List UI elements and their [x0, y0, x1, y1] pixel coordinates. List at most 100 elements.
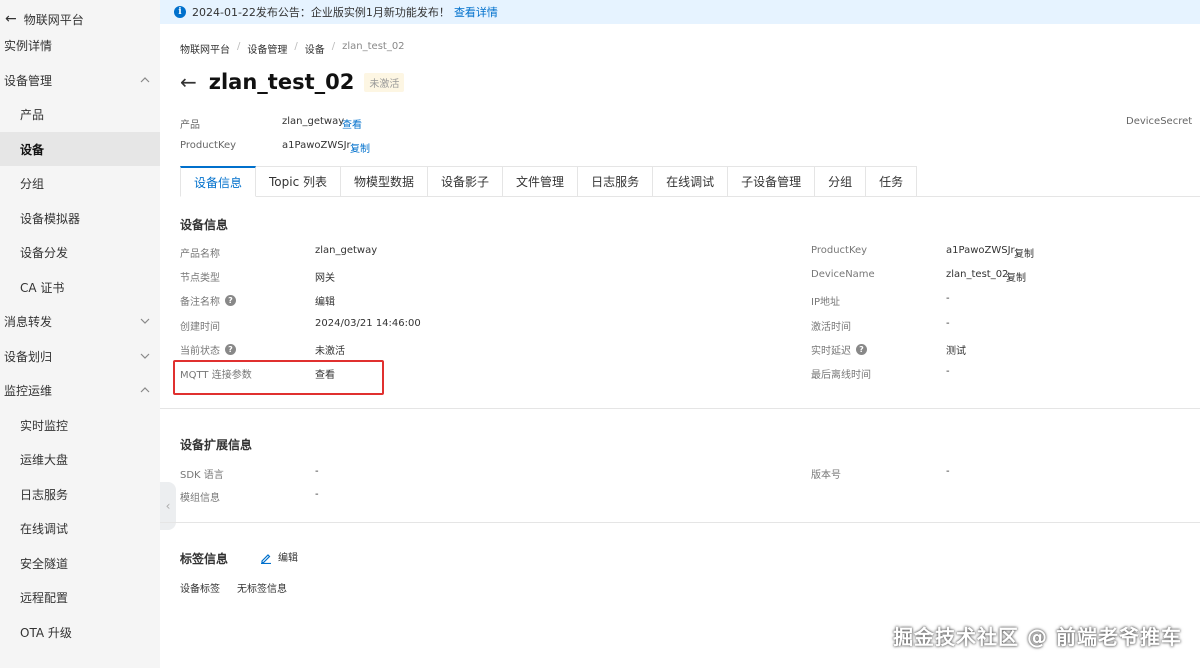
copy-button[interactable]: 复制: [1014, 245, 1034, 260]
tab[interactable]: 在线调试: [653, 166, 729, 197]
field-label: 实时延迟?: [811, 342, 867, 357]
sidebar-item[interactable]: 分组: [0, 166, 160, 200]
productkey-label: ProductKey: [180, 140, 237, 151]
tab[interactable]: Topic 列表: [256, 166, 342, 197]
field-label-text: ProductKey: [811, 245, 868, 256]
sidebar-item-label: 分组: [20, 176, 45, 191]
device-info-title: 设备信息: [180, 218, 229, 232]
sidebar-item-label: CA 证书: [20, 280, 65, 295]
section-divider: [160, 408, 1200, 409]
sidebar-item[interactable]: 监控运维: [0, 373, 160, 407]
tab[interactable]: 物模型数据: [341, 166, 429, 197]
sidebar-item-label: 设备管理: [4, 73, 53, 88]
sidebar-item[interactable]: 设备管理: [0, 63, 160, 97]
breadcrumb-item[interactable]: 设备: [305, 41, 325, 56]
tag-info-title: 标签信息: [180, 552, 229, 566]
tag-edit-label: 编辑: [278, 553, 298, 564]
sidebar-item-label: 远程配置: [20, 590, 69, 605]
tab-bar: 设备信息 Topic 列表 物模型数据 设备影子 文件管理 日志服务 在线调试 子设备管理 分组…: [180, 166, 1200, 197]
help-icon[interactable]: ?: [225, 295, 236, 306]
field-link[interactable]: 测试: [946, 342, 966, 357]
sidebar-item-label: 在线调试: [20, 521, 69, 536]
field-value: 2024/03/21 14:46:00: [315, 318, 421, 329]
sidebar-item[interactable]: 消息转发: [0, 304, 160, 338]
sidebar-item[interactable]: OTA 升级: [0, 615, 160, 649]
sidebar-item-label: 运维大盘: [20, 452, 69, 467]
field-label: 节点类型: [180, 269, 220, 284]
platform-title: 物联网平台: [23, 12, 84, 27]
tab[interactable]: 分组: [815, 166, 867, 197]
field-value: 未激活: [315, 346, 345, 357]
field-label-text: 产品名称: [180, 249, 220, 260]
field-value: zlan_test_02: [946, 269, 1009, 280]
field-label-text: 激活时间: [811, 322, 851, 333]
sidebar-item-label: 日志服务: [20, 487, 69, 502]
copy-button[interactable]: 复制: [1006, 269, 1026, 284]
sidebar-item[interactable]: 安全隧道: [0, 546, 160, 580]
chevron-down-icon: [140, 318, 150, 324]
field-value: -: [946, 293, 950, 304]
breadcrumb-separator: /: [331, 41, 336, 52]
sidebar-item-label: 设备划归: [4, 349, 53, 364]
tab[interactable]: 设备影子: [428, 166, 504, 197]
field-label: 最后离线时间: [811, 366, 871, 381]
sidebar-item-label: 实例详情: [4, 38, 53, 53]
help-icon[interactable]: ?: [225, 344, 236, 355]
sidebar-item[interactable]: 设备模拟器: [0, 201, 160, 235]
breadcrumb-item[interactable]: 物联网平台: [180, 41, 230, 56]
tab[interactable]: 文件管理: [503, 166, 579, 197]
tab[interactable]: 子设备管理: [728, 166, 816, 197]
field-label-text: IP地址: [811, 297, 840, 308]
module-info-label: 模组信息: [180, 493, 220, 504]
productkey-copy-button[interactable]: 复制: [350, 140, 370, 155]
sidebar-item-label: 产品: [20, 107, 45, 122]
field-label: 激活时间: [811, 318, 851, 333]
sidebar-item[interactable]: 运维大盘: [0, 442, 160, 476]
devicesecret-label[interactable]: DeviceSecret: [1126, 116, 1192, 127]
device-tag-label: 设备标签: [180, 584, 220, 595]
sidebar: ← 物联网平台 实例详情 设备管理 产品 设备 分组 设备模拟器 设备分发 CA 证书 消息转发…: [0, 0, 160, 668]
field-label: 备注名称?: [180, 293, 236, 308]
field-link[interactable]: 编辑: [315, 293, 335, 308]
tab[interactable]: 日志服务: [578, 166, 654, 197]
field-label: IP地址: [811, 293, 840, 308]
back-arrow-icon[interactable]: ←: [180, 70, 197, 94]
sidebar-item-label: 设备: [20, 142, 45, 157]
sidebar-item[interactable]: 实时监控: [0, 408, 160, 442]
watermark: 掘金技术社区 @ 前端老爷推车: [893, 625, 1182, 649]
sidebar-item[interactable]: 日志服务: [0, 477, 160, 511]
field-value: a1PawoZWSJr: [946, 245, 1015, 256]
breadcrumb-separator: /: [237, 41, 241, 52]
sidebar-item[interactable]: 设备划归: [0, 339, 160, 373]
sidebar-item[interactable]: 实例详情: [0, 28, 160, 62]
sidebar-item-label: 消息转发: [4, 314, 53, 329]
announcement-link[interactable]: 查看详情: [454, 4, 498, 20]
sidebar-item[interactable]: 设备: [0, 132, 160, 166]
breadcrumb-item[interactable]: 设备管理: [247, 41, 287, 56]
chevron-up-icon: [140, 77, 150, 83]
ext-info-title: 设备扩展信息: [180, 438, 253, 452]
tag-edit-button[interactable]: 编辑: [260, 549, 298, 564]
tab[interactable]: 设备信息: [180, 166, 257, 197]
sidebar-item[interactable]: 远程配置: [0, 580, 160, 614]
product-view-link[interactable]: 查看: [342, 116, 362, 131]
section-divider: [160, 522, 1200, 523]
device-tag-value: 无标签信息: [237, 584, 287, 595]
field-label-text: 当前状态: [180, 346, 220, 357]
sidebar-item[interactable]: 设备分发: [0, 235, 160, 269]
tab[interactable]: 任务: [866, 166, 918, 197]
sidebar-item[interactable]: CA 证书: [0, 270, 160, 304]
field-label-text: 节点类型: [180, 273, 220, 284]
field-label: 创建时间: [180, 318, 220, 333]
product-label: 产品: [180, 120, 200, 131]
help-icon[interactable]: ?: [856, 344, 867, 355]
field-label: DeviceName: [811, 269, 875, 280]
productkey-value: a1PawoZWSJr: [282, 140, 351, 151]
sidebar-item-label: OTA 升级: [20, 625, 72, 640]
field-label-text: 创建时间: [180, 322, 220, 333]
field-label: 产品名称: [180, 245, 220, 260]
sidebar-item[interactable]: 产品: [0, 97, 160, 131]
sidebar-item[interactable]: 在线调试: [0, 511, 160, 545]
sdk-language-label: SDK 语言: [180, 470, 224, 481]
mqtt-highlight-box: [173, 360, 384, 395]
